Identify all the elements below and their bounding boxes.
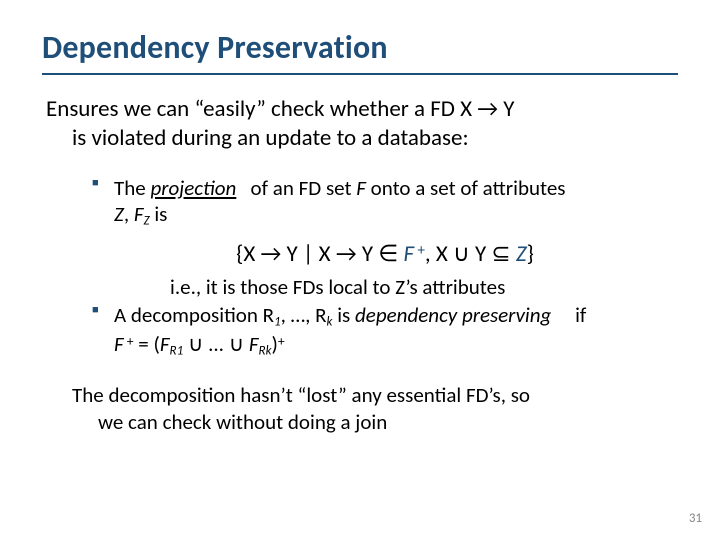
text: , …, R bbox=[281, 302, 327, 328]
formula-projection: {X → Y | X → Y ∈ F +, X ∪ Y ⊆ Z} bbox=[92, 240, 678, 268]
sup-plus: + bbox=[414, 242, 425, 260]
closing-text: The decomposition hasn’t “lost” any esse… bbox=[42, 382, 678, 436]
var-Z: Z bbox=[516, 240, 527, 268]
var-FR1: F bbox=[160, 331, 170, 357]
text: ∪ ... ∪ bbox=[183, 331, 249, 357]
text: {X → Y | X → Y ∈ bbox=[236, 240, 403, 268]
text: is bbox=[150, 201, 168, 227]
term-projection: projection bbox=[150, 175, 236, 201]
closing-line-2: we can check without doing a join bbox=[72, 409, 678, 436]
title-rule bbox=[42, 73, 678, 75]
sup-plus: + bbox=[124, 333, 134, 350]
lead-line-1: Ensures we can “easily” check whether a … bbox=[46, 95, 515, 123]
var-F: F bbox=[403, 240, 414, 268]
term-dep-preserving: dependency preserving bbox=[355, 302, 551, 328]
slide-title: Dependency Preservation bbox=[42, 28, 678, 67]
var-F: F bbox=[114, 331, 124, 357]
text: of an FD set bbox=[246, 175, 356, 201]
bullet-list: The projection of an FD set F onto a set… bbox=[42, 175, 678, 361]
sub-R1: R1 bbox=[170, 343, 184, 358]
text: A decomposition R bbox=[114, 302, 274, 328]
sup-plus: + bbox=[278, 333, 285, 350]
lead-line-2: is violated during an update to a databa… bbox=[46, 124, 678, 153]
text bbox=[236, 175, 246, 201]
text: The bbox=[114, 175, 150, 201]
closing-line-1: The decomposition hasn’t “lost” any esse… bbox=[72, 382, 530, 408]
var-FRk: F bbox=[249, 331, 259, 357]
text bbox=[551, 302, 570, 328]
text-if: if bbox=[570, 302, 586, 328]
text: onto a set of attributes bbox=[366, 175, 566, 201]
sub-1: 1 bbox=[274, 315, 281, 330]
page-number: 31 bbox=[689, 511, 702, 526]
subnote: i.e., it is those FDs local to Z’s attri… bbox=[92, 274, 678, 300]
bullet-dep-preserving: A decomposition R1, …, Rk is dependency … bbox=[92, 302, 678, 360]
bullet-projection: The projection of an FD set F onto a set… bbox=[92, 175, 678, 231]
var-FZ: F bbox=[134, 201, 144, 227]
text: , bbox=[124, 201, 134, 227]
var-F: F bbox=[356, 175, 366, 201]
var-Z: Z bbox=[114, 201, 124, 227]
sub-Rk: Rk bbox=[259, 343, 272, 358]
text: , X ∪ Y ⊆ bbox=[425, 240, 516, 268]
text: = ( bbox=[134, 331, 160, 357]
lead-text: Ensures we can “easily” check whether a … bbox=[42, 95, 678, 153]
slide: Dependency Preservation Ensures we can “… bbox=[0, 0, 720, 540]
text: is bbox=[332, 302, 355, 328]
text: } bbox=[527, 240, 534, 268]
